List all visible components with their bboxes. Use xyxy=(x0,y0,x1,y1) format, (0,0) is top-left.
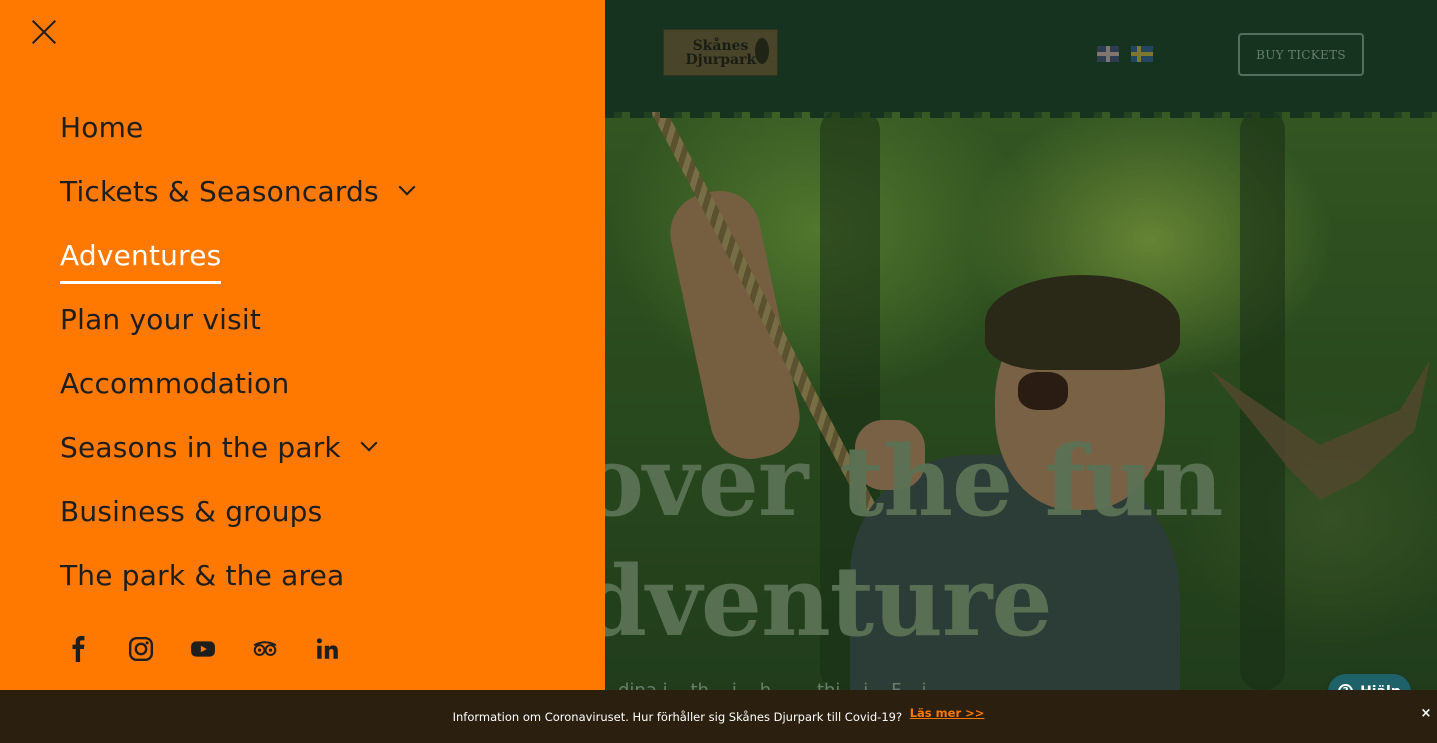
nav-item-park-area[interactable]: The park & the area xyxy=(60,543,413,607)
nav-item-plan-your-visit[interactable]: Plan your visit xyxy=(60,287,413,351)
social-links xyxy=(60,630,370,668)
nav-item-label: Business & groups xyxy=(60,494,323,528)
nav-item-home[interactable]: Home xyxy=(60,95,413,159)
main-navigation: Home Tickets & Seasoncards Adventures Pl… xyxy=(60,95,416,607)
nav-item-label: Home xyxy=(60,110,144,144)
youtube-icon[interactable] xyxy=(184,630,222,668)
nav-item-label: Accommodation xyxy=(60,366,290,400)
chevron-down-icon[interactable] xyxy=(360,434,378,452)
nav-item-seasons[interactable]: Seasons in the park xyxy=(60,415,413,479)
nav-item-label: Seasons in the park xyxy=(60,430,341,464)
close-notice-icon[interactable]: × xyxy=(1419,707,1433,721)
nav-item-adventures[interactable]: Adventures xyxy=(60,223,413,287)
nav-item-tickets[interactable]: Tickets & Seasoncards xyxy=(60,159,416,223)
nav-item-accommodation[interactable]: Accommodation xyxy=(60,351,413,415)
facebook-icon[interactable] xyxy=(60,630,98,668)
covid-notice-bar: Information om Coronaviruset. Hur förhål… xyxy=(0,690,1437,743)
chevron-down-icon[interactable] xyxy=(398,178,416,196)
nav-item-label: Adventures xyxy=(60,238,222,284)
side-menu: Home Tickets & Seasoncards Adventures Pl… xyxy=(0,0,605,690)
nav-item-business-groups[interactable]: Business & groups xyxy=(60,479,413,543)
linkedin-icon[interactable] xyxy=(308,630,346,668)
nav-item-label: Tickets & Seasoncards xyxy=(60,174,379,208)
covid-notice: Information om Coronaviruset. Hur förhål… xyxy=(0,706,1437,724)
instagram-icon[interactable] xyxy=(122,630,160,668)
tripadvisor-icon[interactable] xyxy=(246,630,284,668)
nav-item-label: The park & the area xyxy=(60,558,345,592)
read-more-link[interactable]: Läs mer >> xyxy=(910,706,985,720)
covid-notice-text: Information om Coronaviruset. Hur förhål… xyxy=(452,710,903,724)
nav-item-label: Plan your visit xyxy=(60,302,262,336)
close-icon[interactable] xyxy=(30,18,58,46)
